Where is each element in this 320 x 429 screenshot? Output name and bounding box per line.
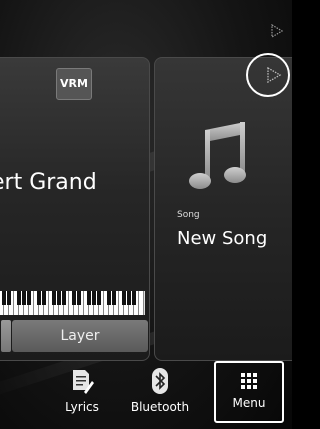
black-key: [37, 291, 41, 305]
music-note-icon: [189, 122, 246, 189]
black-key: [77, 291, 81, 305]
lyrics-label: Lyrics: [65, 400, 99, 414]
black-key: [2, 291, 6, 305]
bluetooth-icon: [152, 368, 168, 394]
highlight-ring: [246, 53, 290, 97]
black-key: [132, 291, 136, 305]
black-key: [22, 291, 26, 305]
lyrics-button[interactable]: Lyrics: [52, 368, 112, 426]
black-key: [52, 291, 56, 305]
voice-panel[interactable]: VRM ert Grand Layer: [0, 57, 150, 361]
black-key: [122, 291, 126, 305]
black-key: [7, 291, 11, 305]
black-key: [57, 291, 61, 305]
black-key: [72, 291, 76, 305]
black-key: [42, 291, 46, 305]
black-key: [97, 291, 101, 305]
song-type-label: Song: [177, 210, 200, 220]
black-key: [62, 291, 66, 305]
arrow-right-icon[interactable]: [270, 24, 284, 38]
menu-button[interactable]: Menu: [214, 361, 284, 423]
lyrics-icon: [73, 370, 94, 394]
bluetooth-label: Bluetooth: [130, 400, 190, 414]
main-screen: VRM ert Grand Layer Song New Song Lyrics…: [0, 0, 292, 429]
bluetooth-button[interactable]: Bluetooth: [125, 368, 195, 426]
menu-grid-icon: [241, 373, 257, 389]
black-key: [112, 291, 116, 305]
black-key: [27, 291, 31, 305]
black-key: [92, 291, 96, 305]
black-key: [127, 291, 131, 305]
song-name[interactable]: New Song: [177, 228, 267, 249]
layer-button[interactable]: Layer: [12, 320, 148, 352]
black-key: [17, 291, 21, 305]
black-key: [87, 291, 91, 305]
menu-label: Menu: [232, 396, 266, 410]
white-key: [139, 291, 144, 315]
part-button[interactable]: [1, 320, 11, 352]
keyboard-graphic: [0, 291, 145, 315]
song-panel[interactable]: Song New Song: [154, 57, 292, 361]
voice-name[interactable]: ert Grand: [0, 170, 97, 195]
vrm-badge[interactable]: VRM: [56, 68, 92, 100]
black-key: [107, 291, 111, 305]
